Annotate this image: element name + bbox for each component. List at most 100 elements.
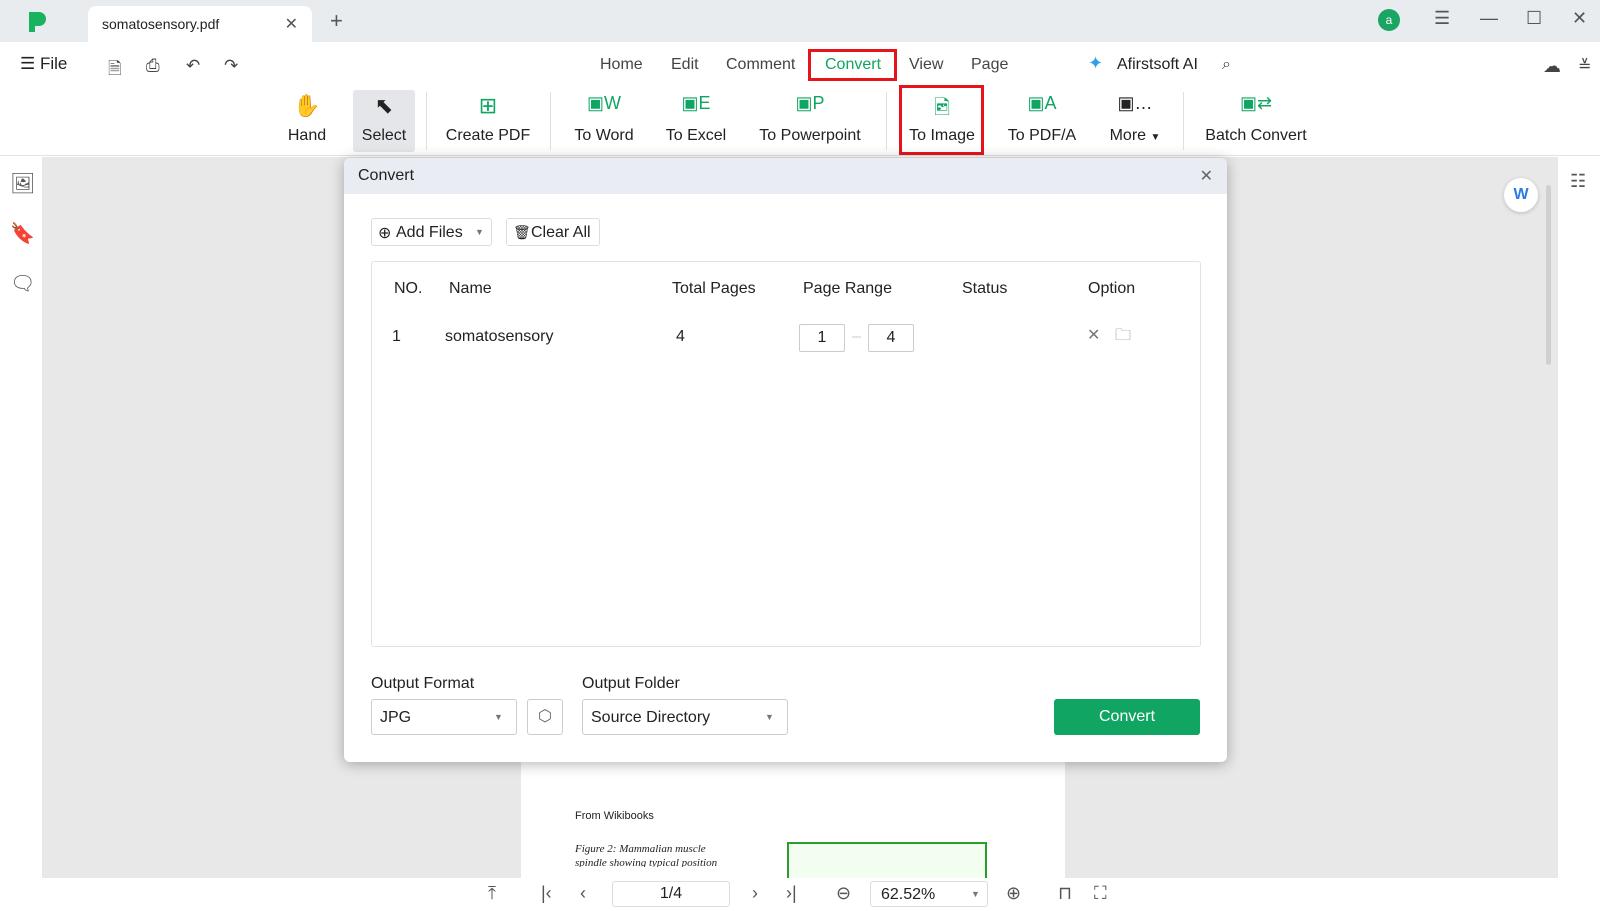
minimize-icon[interactable]: — [1480, 8, 1498, 29]
collapse-ribbon-icon[interactable]: ≚ [1578, 56, 1591, 76]
last-page-icon[interactable]: ›| [786, 883, 797, 904]
powerpoint-icon: ▣P [795, 93, 825, 113]
output-folder-label: Output Folder [582, 675, 680, 692]
ribbon: ✋ Hand ⬉ Select ⊞ Create PDF ▣W To Word ▣E To… [0, 85, 1600, 156]
menu-bar: ☰ File 🗎 ⎙ ↶ ↷ Home Edit Comment Convert… [0, 42, 1600, 88]
prev-page-icon[interactable]: ‹ [580, 883, 586, 904]
maximize-icon[interactable]: ☐ [1526, 8, 1542, 29]
chevron-down-icon: ▼ [1150, 132, 1161, 143]
file-table: NO. Name Total Pages Page Range Status O… [371, 261, 1201, 647]
zoom-in-icon[interactable]: ⊕ [1006, 883, 1021, 904]
output-format-label: Output Format [371, 675, 475, 692]
fit-width-icon[interactable]: ⊓ [1058, 883, 1072, 904]
cloud-upload-icon[interactable]: ☁ [1543, 56, 1561, 77]
tab-convert[interactable]: Convert [825, 56, 881, 74]
next-page-icon[interactable]: › [752, 883, 758, 904]
redo-icon[interactable]: ↷ [224, 56, 238, 76]
scrollbar[interactable] [1546, 185, 1551, 365]
select-tool[interactable]: ⬉ Select [353, 90, 415, 152]
page-range-to-input[interactable]: 4 [868, 324, 914, 352]
hand-tool[interactable]: ✋ Hand [284, 90, 330, 152]
avatar[interactable]: a [1378, 9, 1400, 31]
remove-file-icon[interactable]: ✕ [1087, 325, 1100, 345]
menu-icon[interactable]: ☰ [1434, 8, 1450, 29]
to-image-button[interactable]: 🖻 To Image [904, 90, 980, 152]
column-header-status: Status [962, 280, 1008, 297]
fullscreen-icon[interactable]: ⛶ [1094, 883, 1107, 904]
word-icon: ▣W [587, 93, 621, 113]
file-menu[interactable]: ☰ File [20, 54, 67, 74]
page-range-from-input[interactable]: 1 [799, 324, 845, 352]
figure-caption-2: spindle showing typical position [575, 857, 718, 867]
ai-button[interactable]: Afirstsoft AI [1117, 56, 1198, 74]
clear-all-button[interactable]: 🗑 Clear All [506, 218, 600, 246]
figure-caption: Figure 2: Mammalian muscle [575, 843, 706, 855]
zoom-select[interactable]: 62.52% ▼ [870, 881, 988, 907]
dialog-header: Convert ✕ [344, 158, 1227, 194]
tab-title: somatosensory.pdf [102, 16, 220, 32]
figure-image [787, 842, 987, 878]
document-tab[interactable]: somatosensory.pdf ✕ [88, 6, 312, 42]
tab-view[interactable]: View [909, 56, 943, 74]
add-files-button[interactable]: ⊕ Add Files ▼ [371, 218, 492, 246]
pdf-page: From Wikibooks Figure 2: Mammalian muscl… [521, 762, 1065, 878]
batch-convert-button[interactable]: ▣⇄ Batch Convert [1200, 90, 1312, 152]
column-header-total-pages: Total Pages [672, 280, 756, 297]
print-icon[interactable]: ⎙ [146, 56, 160, 76]
translate-icon[interactable]: W [1504, 178, 1538, 212]
output-format-select[interactable]: JPG ▼ [371, 699, 517, 735]
output-folder-select[interactable]: Source Directory ▼ [582, 699, 788, 735]
scroll-top-icon[interactable]: ⤒ [488, 883, 496, 904]
new-tab-icon[interactable]: + [330, 8, 343, 34]
comment-icon[interactable]: 🗨 [10, 271, 35, 296]
add-files-label: Add Files [396, 224, 463, 241]
column-header-option: Option [1088, 280, 1136, 297]
tab-comment[interactable]: Comment [726, 56, 795, 74]
divider [1183, 92, 1184, 150]
ai-sparkle-icon: ✦ [1088, 53, 1104, 73]
properties-icon[interactable]: ☷ [1570, 171, 1586, 192]
first-page-icon[interactable]: |‹ [541, 883, 552, 904]
chevron-down-icon[interactable]: ▼ [475, 227, 484, 237]
to-pdfa-label: To PDF/A [1007, 127, 1077, 144]
undo-icon[interactable]: ↶ [186, 56, 200, 76]
search-icon[interactable]: ⌕ [1222, 56, 1231, 74]
create-pdf-icon: ⊞ [478, 93, 498, 118]
chevron-down-icon: ▼ [971, 889, 980, 899]
settings-hex-icon: ⬡ [538, 708, 552, 725]
right-sidebar: ☷ [1558, 157, 1600, 878]
open-folder-icon[interactable]: 🗀 [1115, 324, 1131, 351]
left-sidebar: 🖼 🔖 🗨 [0, 157, 42, 878]
to-pdfa-button[interactable]: ▣A To PDF/A [1004, 90, 1080, 152]
row-number: 1 [392, 328, 401, 345]
status-bar: ⤒ |‹ ‹ 1/4 › ›| ⊖ 62.52% ▼ ⊕ ⊓ ⛶ [0, 878, 1600, 911]
create-pdf-button[interactable]: ⊞ Create PDF [444, 90, 532, 152]
column-header-name: Name [449, 280, 492, 297]
format-settings-button[interactable]: ⬡ [527, 699, 563, 735]
tab-page[interactable]: Page [971, 56, 1008, 74]
tab-home[interactable]: Home [600, 56, 643, 74]
close-window-icon[interactable]: ✕ [1572, 8, 1587, 29]
cursor-icon: ⬉ [374, 93, 394, 118]
tab-edit[interactable]: Edit [671, 56, 699, 74]
close-dialog-icon[interactable]: ✕ [1200, 166, 1213, 186]
more-button[interactable]: ▣… More ▼ [1104, 90, 1166, 152]
thumbnail-icon[interactable]: 🖼 [10, 171, 35, 196]
close-tab-icon[interactable]: ✕ [285, 14, 298, 34]
to-word-button[interactable]: ▣W To Word [568, 90, 640, 152]
hand-label: Hand [287, 127, 327, 144]
divider [550, 92, 551, 150]
more-text: More [1109, 127, 1147, 144]
bookmark-icon[interactable]: 🔖 [10, 221, 35, 246]
to-excel-button[interactable]: ▣E To Excel [662, 90, 730, 152]
to-powerpoint-button[interactable]: ▣P To Powerpoint [754, 90, 866, 152]
trash-icon: 🗑 [513, 224, 531, 240]
convert-button[interactable]: Convert [1054, 699, 1200, 735]
create-pdf-label: Create PDF [445, 127, 531, 144]
zoom-out-icon[interactable]: ⊖ [836, 883, 851, 904]
page-number-input[interactable]: 1/4 [612, 881, 730, 907]
to-excel-label: To Excel [665, 127, 727, 144]
image-icon: 🖻 [933, 97, 951, 119]
more-label: More ▼ [1104, 127, 1166, 145]
save-icon[interactable]: 🗎 [108, 56, 122, 85]
